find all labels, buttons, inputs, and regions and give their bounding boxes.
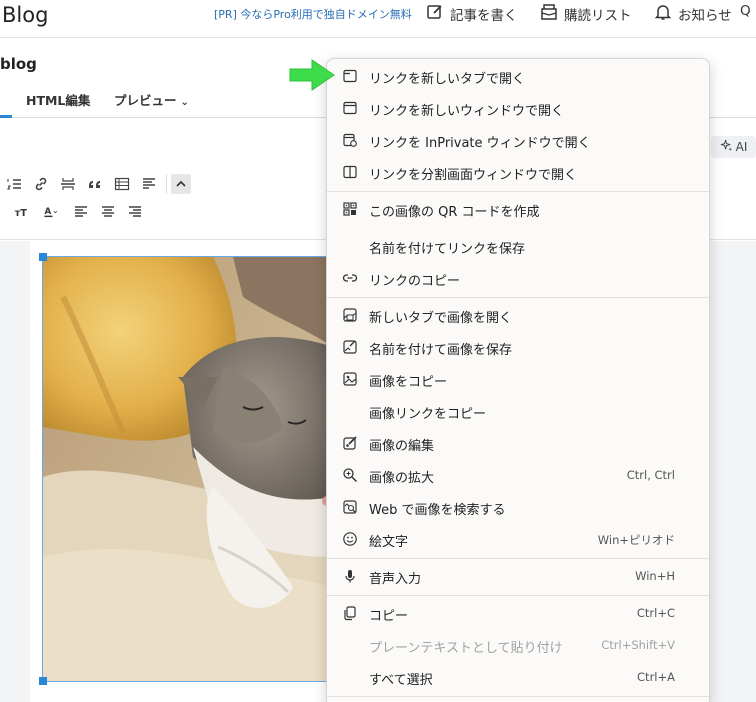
align-right-icon[interactable]: [121, 201, 148, 223]
brand-logo[interactable]: Blog: [2, 3, 48, 27]
resize-handle-top-left[interactable]: [39, 253, 47, 261]
align-center-icon[interactable]: [94, 201, 121, 223]
tab-preview-label: プレビュー: [114, 93, 177, 108]
table-icon[interactable]: [108, 173, 135, 195]
menu-item-copy-image-link[interactable]: 画像リンクをコピー: [331, 396, 707, 426]
image-copy-icon: [341, 370, 359, 388]
zoom-icon: [341, 466, 359, 484]
shortcut-label: Win+ピリオド: [597, 533, 675, 547]
menu-item-open-link-new-tab[interactable]: リンクを新しいタブで開く: [331, 61, 707, 91]
menu-item-select-all[interactable]: すべて選択 Ctrl+A: [331, 662, 707, 692]
toolbar-divider: [166, 174, 167, 194]
cat-photo[interactable]: [42, 256, 332, 682]
menu-separator: [327, 558, 709, 559]
menu-item-copy[interactable]: コピー Ctrl+C: [331, 598, 707, 628]
reader-list-label: 購読リスト: [564, 8, 632, 24]
shortcut-label: Ctrl+A: [637, 670, 675, 684]
menu-item-copy-image[interactable]: 画像をコピー: [331, 364, 707, 394]
shortcut-label: Win+H: [635, 569, 675, 583]
qr-code-icon: [341, 200, 359, 218]
more-format-icon[interactable]: [135, 173, 162, 195]
menu-separator: [327, 696, 709, 697]
menu-separator: [327, 595, 709, 596]
svg-text:тT: тT: [14, 208, 27, 219]
horizontal-rule-icon[interactable]: [54, 173, 81, 195]
header-overflow-button[interactable]: Q: [740, 3, 751, 19]
ai-label: AI: [735, 140, 748, 154]
toolbar-row-1: [0, 173, 191, 195]
ai-assist-button[interactable]: AI: [711, 136, 756, 158]
menu-separator: [327, 297, 709, 298]
bell-icon: [654, 3, 672, 25]
blog-name: blog: [0, 55, 37, 73]
menu-item-open-link-inprivate[interactable]: リンクを InPrivate ウィンドウで開く: [331, 125, 707, 155]
shortcut-label: Ctrl, Ctrl: [626, 468, 675, 482]
active-tab-indicator: [0, 115, 12, 118]
tab-preview[interactable]: プレビュー ⌄: [114, 90, 189, 109]
font-size-icon[interactable]: тT: [8, 201, 35, 223]
link-icon[interactable]: [27, 173, 54, 195]
menu-item-zoom-image[interactable]: 画像の拡大 Ctrl, Ctrl: [331, 460, 707, 490]
reader-icon: [540, 3, 558, 25]
pencil-icon: [426, 3, 444, 25]
context-menu: リンクを新しいタブで開く リンクを新しいウィンドウで開く リンクを InPriv…: [326, 58, 710, 702]
menu-item-paste-plain-text: プレーンテキストとして貼り付け Ctrl+Shift+V: [369, 638, 675, 656]
menu-item-open-link-split-screen[interactable]: リンクを分割画面ウィンドウで開く: [331, 157, 707, 187]
quote-icon[interactable]: [81, 173, 108, 195]
image-new-tab-icon: [341, 306, 359, 324]
image-save-icon: [341, 338, 359, 356]
menu-item-edit-image[interactable]: 画像の編集: [331, 428, 707, 458]
reader-list-button[interactable]: 購読リスト: [540, 3, 632, 25]
menu-item-save-image-as[interactable]: 名前を付けて画像を保存: [331, 332, 707, 362]
notifications-label: お知らせ: [678, 8, 732, 24]
collapse-toolbar-icon[interactable]: [171, 174, 191, 194]
toolbar-row-2: тT A: [8, 201, 148, 223]
pr-link[interactable]: [PR] 今ならPro利用で独自ドメイン無料: [214, 6, 412, 22]
visual-search-icon: [341, 498, 359, 516]
shortcut-label: Ctrl+C: [636, 606, 675, 620]
text-color-icon[interactable]: A: [35, 201, 67, 223]
link-icon: [341, 269, 359, 287]
write-article-label: 記事を書く: [450, 8, 518, 24]
menu-item-open-image-new-tab[interactable]: 新しいタブで画像を開く: [331, 300, 707, 330]
write-article-button[interactable]: 記事を書く: [426, 3, 518, 25]
shortcut-label: Ctrl+Shift+V: [601, 638, 675, 652]
copy-icon: [341, 604, 359, 622]
menu-item-open-link-new-window[interactable]: リンクを新しいウィンドウで開く: [331, 93, 707, 123]
notifications-button[interactable]: お知らせ: [654, 3, 732, 25]
align-left-icon[interactable]: [67, 201, 94, 223]
numbered-list-icon[interactable]: [0, 173, 27, 195]
menu-item-voice-input[interactable]: 音声入力 Win+H: [331, 561, 707, 591]
menu-item-copy-link[interactable]: リンクのコピー: [331, 263, 707, 293]
chevron-down-icon: ⌄: [180, 97, 189, 108]
menu-item-search-image-web[interactable]: Web で画像を検索する: [331, 492, 707, 522]
resize-handle-bottom-left[interactable]: [39, 677, 47, 685]
new-window-icon: [341, 99, 359, 117]
menu-item-save-link-as[interactable]: 名前を付けてリンクを保存: [331, 231, 707, 261]
menu-item-create-qr-code[interactable]: この画像の QR コードを作成: [331, 194, 707, 224]
search-icon: Q: [740, 3, 751, 19]
split-screen-icon: [341, 163, 359, 181]
green-arrow-icon: [288, 58, 336, 96]
inprivate-icon: [341, 131, 359, 149]
new-tab-icon: [341, 67, 359, 85]
image-edit-icon: [341, 434, 359, 452]
sparkle-icon: [720, 139, 733, 155]
tab-html-edit[interactable]: HTML編集: [26, 90, 90, 109]
menu-item-emoji[interactable]: 絵文字 Win+ピリオド: [331, 524, 707, 554]
microphone-icon: [341, 567, 359, 585]
top-header: Blog [PR] 今ならPro利用で独自ドメイン無料 記事を書く 購読リスト …: [0, 0, 756, 38]
menu-separator: [327, 191, 709, 192]
emoji-icon: [341, 530, 359, 548]
